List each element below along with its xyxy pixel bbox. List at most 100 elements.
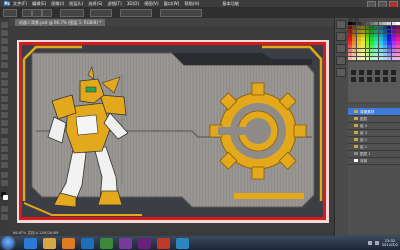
clock[interactable]: 13:32 2012/5/2 — [382, 239, 398, 248]
color-swatch[interactable] — [365, 45, 370, 49]
color-swatch[interactable] — [374, 45, 379, 49]
color-swatch[interactable] — [348, 29, 352, 34]
background-color-swatch[interactable] — [3, 195, 8, 200]
color-balance-adjust-icon[interactable] — [351, 77, 356, 82]
color-swatch[interactable] — [396, 22, 400, 26]
color-swatch[interactable] — [352, 25, 357, 30]
mixer-adjust-icon[interactable] — [375, 77, 380, 82]
brush-panel-icon[interactable] — [336, 68, 346, 77]
color-swatch[interactable] — [396, 29, 400, 34]
option-subtract-selection[interactable] — [42, 9, 52, 17]
eye-icon[interactable] — [349, 131, 353, 135]
document-stage[interactable] — [9, 26, 334, 236]
color-swatch[interactable] — [369, 29, 374, 34]
visual-studio-icon[interactable] — [138, 237, 151, 249]
option-new-selection[interactable] — [22, 9, 32, 17]
color-swatch[interactable] — [391, 45, 396, 49]
color-swatch[interactable] — [352, 29, 357, 34]
paragraph-panel-icon[interactable] — [336, 56, 346, 65]
posterize-adjust-icon[interactable] — [391, 77, 396, 82]
color-swatch[interactable] — [369, 37, 374, 41]
app-icon[interactable] — [157, 237, 170, 249]
shape-tool-icon[interactable] — [1, 162, 8, 168]
color-swatch[interactable] — [356, 45, 361, 49]
color-swatch[interactable] — [365, 52, 370, 57]
color-swatch[interactable] — [374, 41, 379, 45]
move-tool-icon[interactable] — [1, 22, 8, 28]
workspace-switcher[interactable]: 基本功能 — [222, 1, 239, 7]
color-swatch[interactable] — [374, 52, 379, 57]
layer-row[interactable]: 背景 — [348, 157, 400, 165]
color-swatch[interactable] — [387, 56, 392, 60]
color-swatch[interactable] — [391, 52, 396, 57]
color-swatch[interactable] — [374, 25, 379, 30]
color-swatch[interactable] — [352, 37, 357, 41]
history-brush-tool-icon[interactable] — [1, 96, 8, 102]
eye-icon[interactable] — [349, 159, 353, 163]
color-swatch[interactable] — [356, 33, 361, 37]
healing-tool-icon[interactable] — [1, 72, 8, 78]
media-icon[interactable] — [62, 237, 75, 249]
type-tool-icon[interactable] — [1, 146, 8, 152]
color-swatch[interactable] — [369, 22, 374, 26]
photo-filter-adjust-icon[interactable] — [367, 77, 372, 82]
gradient-tool-icon[interactable] — [1, 112, 8, 118]
vibrance-adjust-icon[interactable] — [383, 70, 388, 75]
color-swatch[interactable] — [361, 33, 365, 37]
color-swatch[interactable] — [383, 56, 387, 60]
color-swatch[interactable] — [361, 41, 365, 45]
menu-window[interactable]: 窗口(W) — [164, 1, 180, 7]
color-swatch[interactable] — [365, 37, 370, 41]
color-swatch[interactable] — [352, 22, 357, 26]
color-swatch[interactable] — [383, 48, 387, 53]
color-swatch[interactable] — [378, 37, 383, 41]
app-icon[interactable] — [176, 237, 189, 249]
curves-adjust-icon[interactable] — [367, 70, 372, 75]
color-swatch[interactable] — [378, 48, 383, 53]
ie-icon[interactable] — [24, 237, 37, 249]
color-swatch[interactable] — [391, 29, 396, 34]
color-swatch[interactable] — [356, 56, 361, 60]
menu-3d[interactable]: 3D(D) — [127, 1, 139, 6]
color-swatch[interactable] — [369, 45, 374, 49]
menu-image[interactable]: 图像(I) — [51, 1, 64, 7]
color-swatch[interactable] — [365, 29, 370, 34]
color-swatch[interactable] — [378, 25, 383, 30]
eye-icon[interactable] — [349, 145, 353, 149]
photoshop-icon[interactable] — [81, 237, 94, 249]
color-swatch[interactable] — [387, 29, 392, 34]
color-swatch[interactable] — [348, 37, 352, 41]
color-swatch[interactable] — [348, 33, 352, 37]
invert-adjust-icon[interactable] — [383, 77, 388, 82]
color-swatch[interactable] — [352, 45, 357, 49]
color-swatch[interactable] — [387, 37, 392, 41]
color-swatch[interactable] — [348, 41, 352, 45]
color-swatch[interactable] — [361, 37, 365, 41]
color-swatch[interactable] — [391, 25, 396, 30]
color-swatch[interactable] — [356, 29, 361, 34]
color-swatch[interactable] — [361, 22, 365, 26]
color-swatch[interactable] — [369, 25, 374, 30]
color-swatch[interactable] — [391, 41, 396, 45]
eye-icon[interactable] — [349, 110, 353, 114]
hand-tool-icon[interactable] — [1, 172, 8, 178]
menu-file[interactable]: 文件(F) — [13, 1, 27, 7]
color-swatch[interactable] — [369, 48, 374, 53]
color-swatch[interactable] — [352, 48, 357, 53]
app-icon[interactable] — [119, 237, 132, 249]
color-swatch[interactable] — [356, 48, 361, 53]
color-swatch[interactable] — [378, 29, 383, 34]
color-swatch[interactable] — [387, 52, 392, 57]
color-swatch[interactable] — [374, 29, 379, 34]
app-icon[interactable] — [100, 237, 113, 249]
color-swatch[interactable] — [391, 22, 396, 26]
color-swatch[interactable] — [361, 48, 365, 53]
hue-adjust-icon[interactable] — [391, 70, 396, 75]
network-icon[interactable] — [367, 241, 372, 245]
stamp-tool-icon[interactable] — [1, 88, 8, 94]
color-swatch[interactable] — [378, 33, 383, 37]
color-swatch[interactable] — [365, 48, 370, 53]
color-swatch[interactable] — [387, 48, 392, 53]
color-swatch[interactable] — [396, 48, 400, 53]
color-swatch[interactable] — [383, 29, 387, 34]
